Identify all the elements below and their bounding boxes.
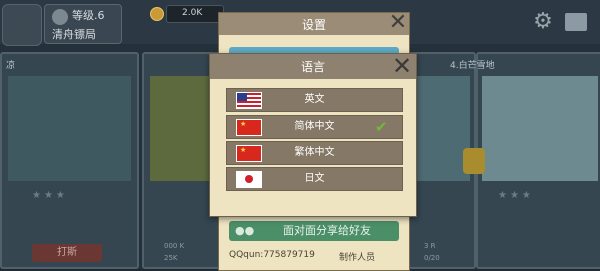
language-option-label: 英文 — [304, 94, 325, 105]
level-card-image — [150, 76, 216, 181]
close-icon[interactable]: ✕ — [386, 11, 410, 35]
cn-flag-icon: ★ — [236, 119, 262, 136]
level-card-title: 4.白芒雪地 — [450, 61, 495, 71]
close-icon[interactable]: ✕ — [388, 54, 416, 79]
language-option-simplified-chinese[interactable]: ★ 简体中文 ✔ — [226, 115, 403, 139]
level-icon — [52, 9, 68, 25]
level-card-image — [482, 76, 598, 181]
gear-icon[interactable]: ⚙ — [531, 10, 555, 34]
level-card-title: 凉 — [6, 61, 16, 71]
jp-flag-icon — [236, 171, 262, 188]
language-option-traditional-chinese[interactable]: ★ 繁体中文 — [226, 141, 403, 165]
share-button[interactable]: ●● 面对面分享给好友 — [229, 221, 399, 241]
level-card-stat: 000 K — [164, 242, 185, 250]
level-card[interactable]: 凉 ★★★ 打斯 — [0, 52, 139, 269]
language-dialog: 语言 ✕ 英文 ★ 简体中文 ✔ ★ 繁体中文 日文 — [209, 53, 417, 217]
language-option-label: 日文 — [304, 173, 325, 184]
cn-flag-icon: ★ — [236, 145, 262, 162]
us-flag-icon — [236, 92, 262, 109]
level-card-stat: 25K — [164, 254, 178, 262]
check-icon: ✔ — [375, 118, 388, 136]
play-button[interactable]: 打斯 — [32, 244, 102, 262]
language-option-japanese[interactable]: 日文 — [226, 167, 403, 191]
level-card-image — [410, 76, 470, 181]
player-rank: 清舟镖局 — [52, 28, 96, 41]
qq-group-text: QQqun:775879719 — [229, 250, 315, 260]
level-card[interactable]: 4.白芒雪地 ★★★ — [450, 52, 600, 269]
language-option-english[interactable]: 英文 — [226, 88, 403, 112]
language-option-label: 简体中文 — [294, 121, 335, 132]
settings-title: 设置 — [301, 18, 326, 32]
coin-icon — [150, 7, 164, 21]
player-level: 等级.6 — [72, 9, 105, 22]
credits-link[interactable]: 制作人员 — [339, 250, 375, 263]
level-card-stars: ★★★ — [32, 190, 68, 201]
lock-icon — [463, 148, 485, 174]
level-card-image — [8, 76, 131, 181]
level-card-stat: 0/20 — [424, 254, 440, 262]
coin-amount: 2.0K — [182, 8, 203, 18]
share-label: 面对面分享给好友 — [283, 224, 371, 237]
language-option-label: 繁体中文 — [294, 147, 335, 158]
level-card-stars: ★★★ — [498, 190, 534, 201]
language-title: 语言 — [300, 60, 325, 74]
shop-icon[interactable] — [565, 13, 587, 31]
wechat-icon: ●● — [235, 224, 255, 237]
level-card-stat: 3 R — [424, 242, 436, 250]
player-avatar[interactable] — [2, 4, 42, 46]
